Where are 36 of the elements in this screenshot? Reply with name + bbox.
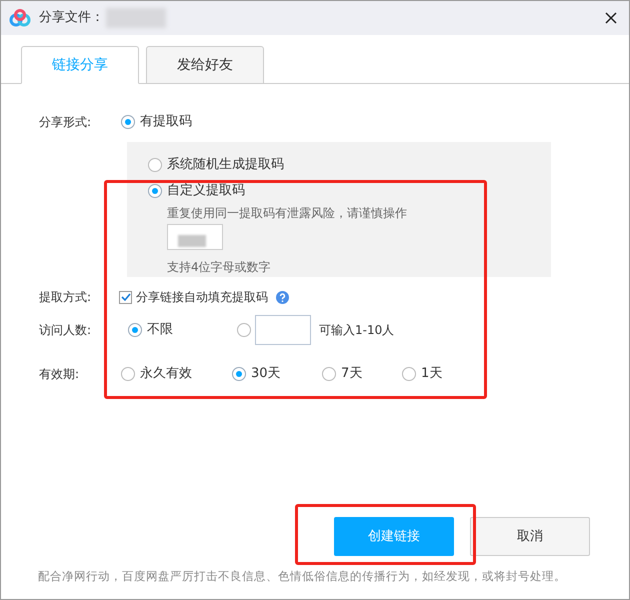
code-input[interactable] <box>167 224 223 250</box>
radio-button[interactable] <box>237 323 251 337</box>
field-label: 访问人数: <box>39 322 92 339</box>
option-label: 永久有效 <box>140 365 192 384</box>
radio-button[interactable] <box>402 367 416 381</box>
option-label: 不限 <box>147 321 173 340</box>
field-label: 有效期: <box>39 366 80 383</box>
option-label: 1天 <box>421 365 442 384</box>
field-label: 提取方式: <box>39 289 92 306</box>
option-label: 7天 <box>341 365 362 384</box>
radio-button[interactable] <box>121 367 135 381</box>
window-title: 分享文件： <box>39 9 104 28</box>
cancel-button[interactable]: 取消 <box>470 516 590 556</box>
radio-button[interactable] <box>148 184 162 198</box>
footer-notice: 配合净网行动，百度网盘严厉打击不良信息、色情低俗信息的传播行为，如经发现，或将封号处理。 <box>38 568 567 585</box>
warning-text: 重复使用同一提取码有泄露风险，请谨慎操作 <box>167 205 408 222</box>
radio-button[interactable] <box>322 367 336 381</box>
option-label: 30天 <box>251 365 281 384</box>
radio-button[interactable] <box>232 367 246 381</box>
checkbox-label: 分享链接自动填充提取码 <box>136 289 268 306</box>
help-icon[interactable] <box>276 290 289 304</box>
hint-text: 支持4位字母或数字 <box>167 259 272 276</box>
radio-button[interactable] <box>128 323 142 337</box>
option-label: 有提取码 <box>140 113 192 132</box>
redacted-block <box>178 235 206 247</box>
option-label: 系统随机生成提取码 <box>167 156 284 174</box>
hint-text: 可输入1-10人 <box>319 322 394 339</box>
tab[interactable]: 发给好友 <box>146 46 264 84</box>
radio-button[interactable] <box>121 115 135 129</box>
field-label: 分享形式: <box>39 114 92 131</box>
radio-button[interactable] <box>148 158 162 172</box>
cloud-logo-icon <box>9 9 31 27</box>
checkbox[interactable] <box>119 290 132 304</box>
close-icon <box>605 12 617 24</box>
option-label: 自定义提取码 <box>167 182 245 200</box>
count-input[interactable] <box>255 315 311 345</box>
